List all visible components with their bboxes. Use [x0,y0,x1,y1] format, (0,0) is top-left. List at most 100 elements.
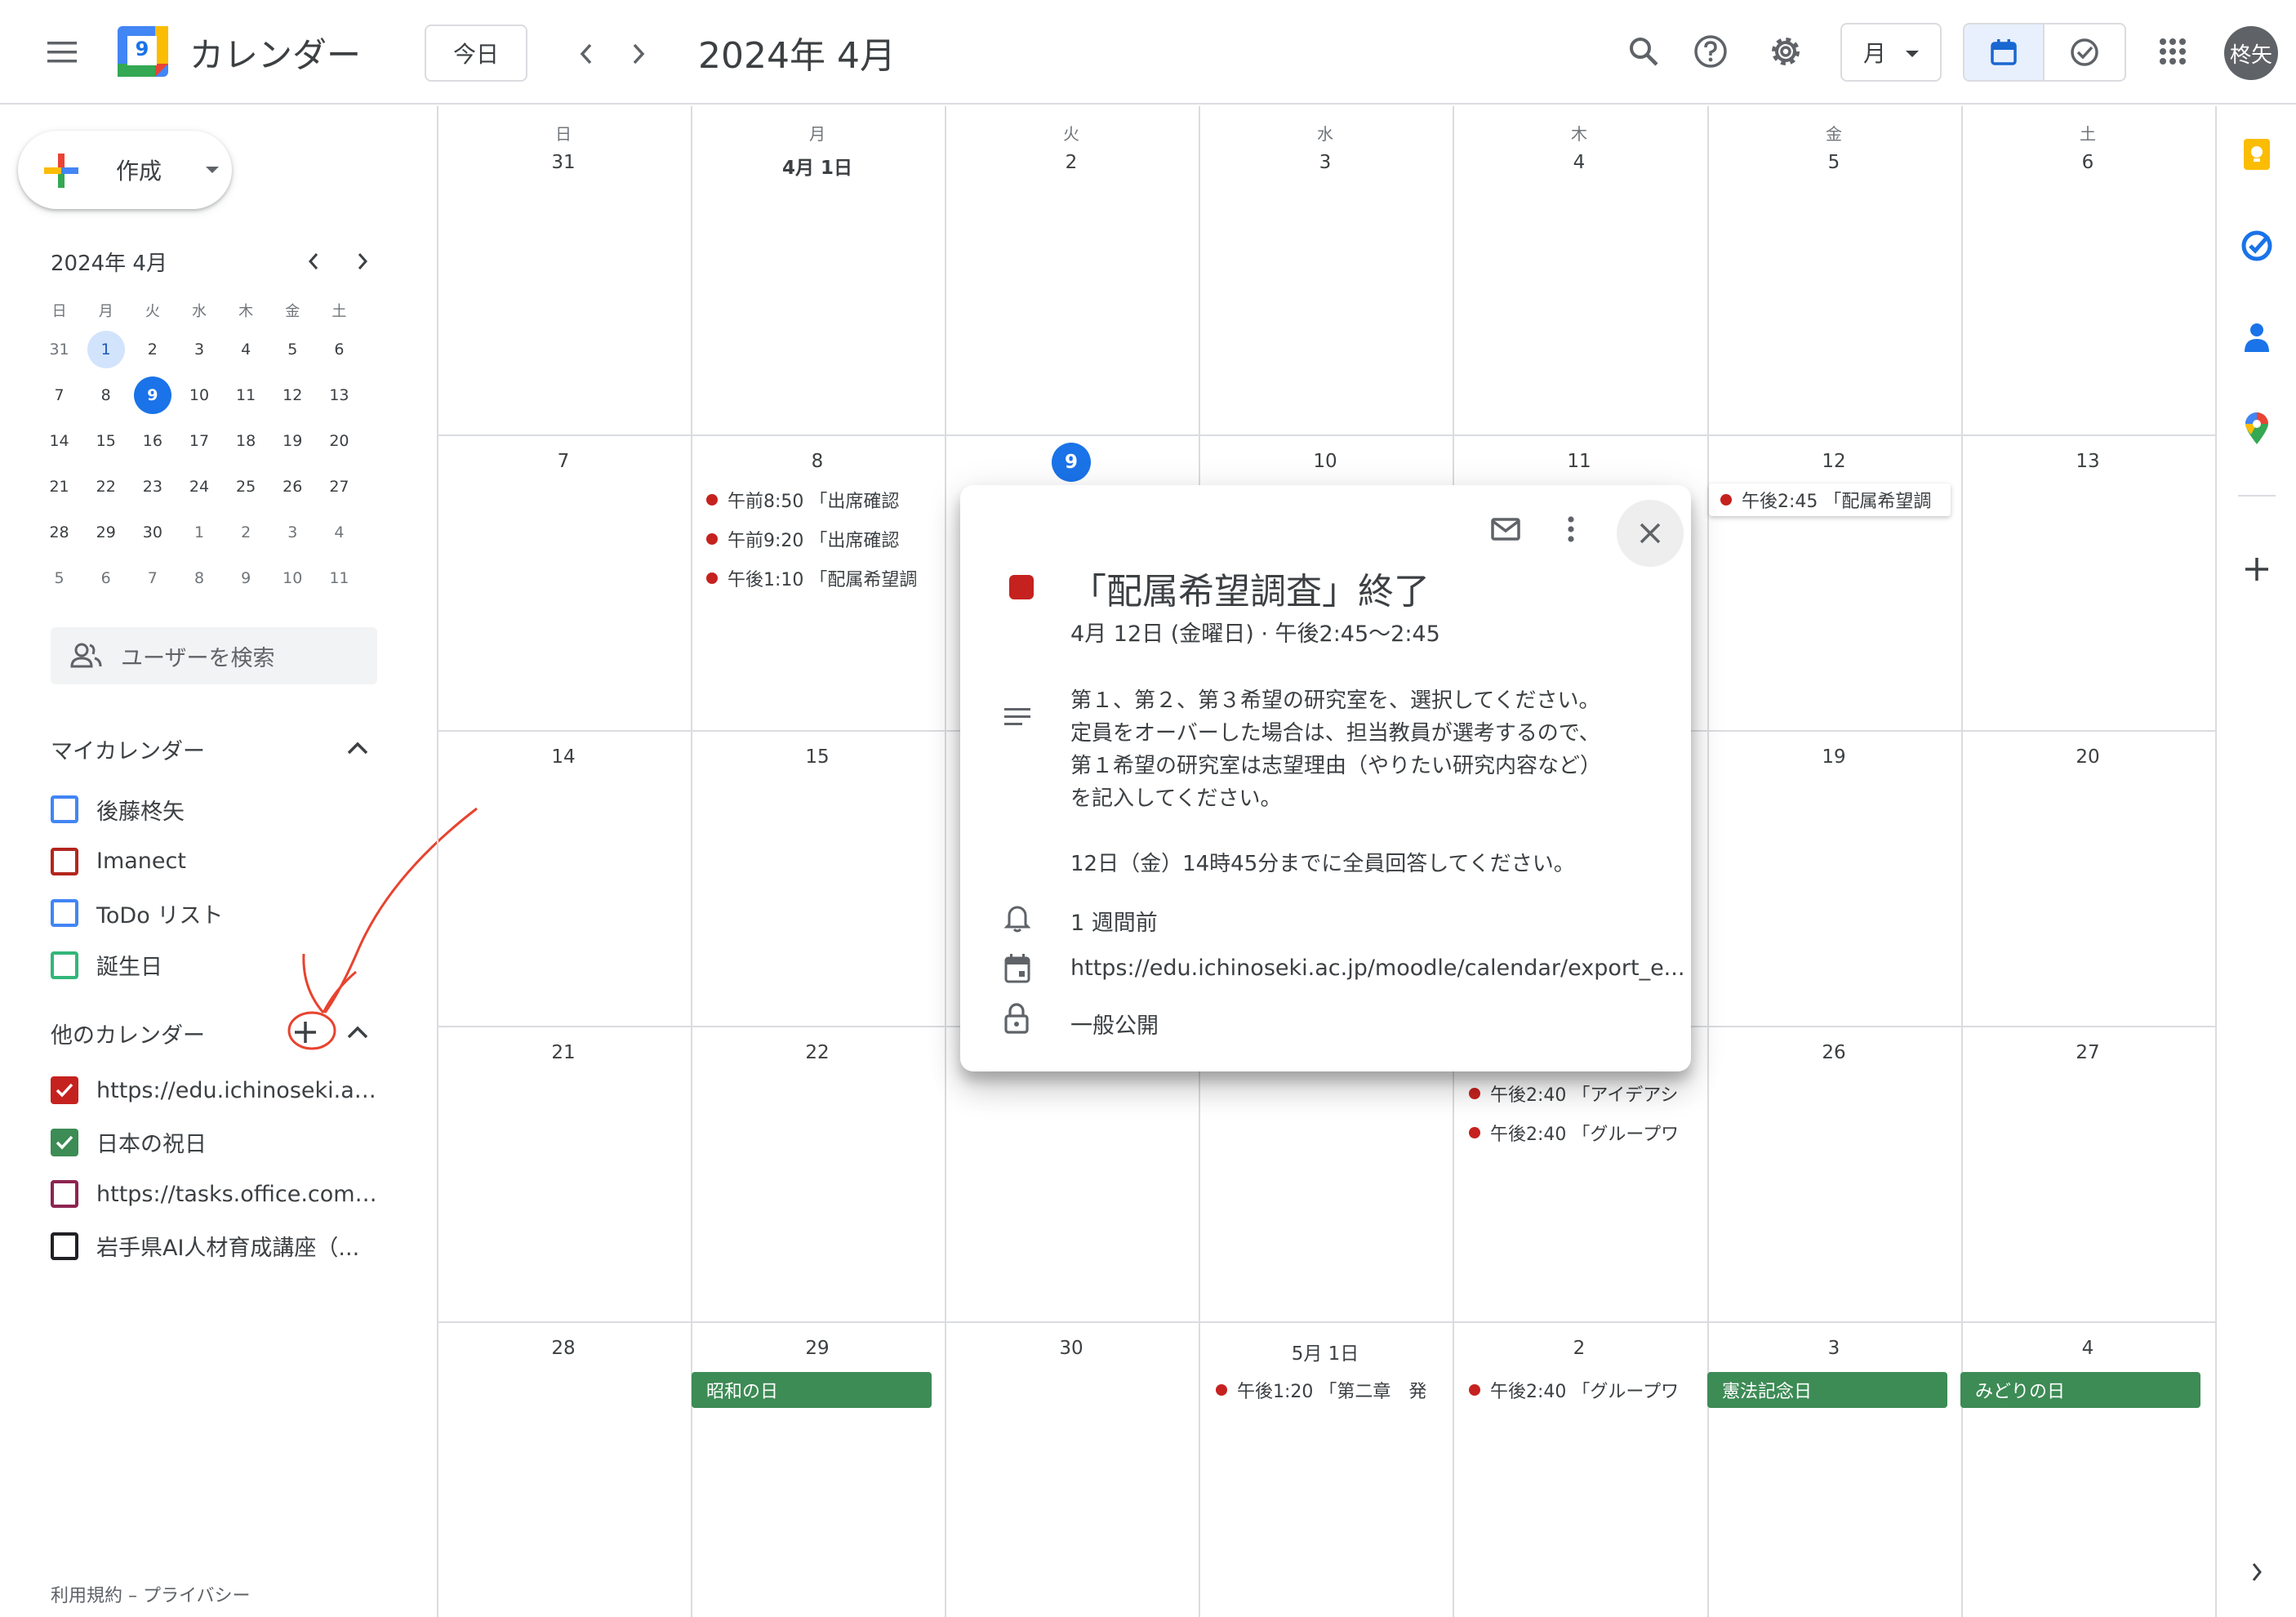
day-number[interactable]: 2 [945,152,1198,173]
day-number[interactable]: 13 [1961,451,2214,472]
mini-day[interactable]: 8 [82,376,129,414]
day-number[interactable]: 28 [437,1338,690,1359]
tasks-button[interactable] [2236,225,2277,266]
mini-day[interactable]: 21 [36,468,82,506]
calendar-checkbox[interactable] [51,847,78,875]
mini-day[interactable]: 6 [316,331,363,368]
my-calendars-title[interactable]: マイカレンダー [51,733,205,765]
mini-day[interactable]: 25 [223,468,269,506]
maps-button[interactable] [2236,408,2277,449]
keep-button[interactable] [2236,134,2277,175]
day-number[interactable]: 11 [1453,451,1706,472]
day-number[interactable]: 4月 1日 [691,152,944,180]
calendar-checkbox[interactable] [51,1076,78,1104]
day-number[interactable]: 4 [1961,1338,2214,1359]
event-chip[interactable]: 午前9:20 「出席確認 [706,523,951,555]
my-calendars-toggle[interactable] [341,732,374,764]
today-button[interactable]: 今日 [425,24,527,82]
footer-links[interactable]: 利用規約 – プライバシー [51,1581,251,1607]
day-number[interactable]: 5月 1日 [1199,1338,1452,1365]
mini-day[interactable]: 4 [316,514,363,551]
calendar-checkbox[interactable] [51,899,78,927]
holiday-chip[interactable]: みどりの日 [1960,1372,2200,1408]
event-chip[interactable]: 午後2:40 「グループワ [1469,1116,1699,1149]
close-popup-button[interactable] [1617,500,1684,567]
day-number[interactable]: 27 [1961,1042,2214,1063]
calendar-checkbox[interactable] [51,1180,78,1208]
mini-day[interactable]: 23 [129,468,176,506]
mini-day[interactable]: 7 [36,376,82,414]
day-number[interactable]: 26 [1707,1042,1960,1063]
previous-month-button[interactable] [568,36,604,72]
mini-day[interactable]: 11 [316,559,363,597]
mini-day[interactable]: 26 [269,468,316,506]
mini-day[interactable]: 1 [176,514,222,551]
mini-day[interactable]: 28 [36,514,82,551]
calendar-checkbox[interactable] [51,951,78,979]
day-number[interactable]: 29 [691,1338,944,1359]
mini-day[interactable]: 12 [269,376,316,414]
mini-day[interactable]: 5 [269,331,316,368]
day-number[interactable]: 3 [1707,1338,1960,1359]
mini-day[interactable]: 10 [269,559,316,597]
mini-day[interactable]: 9 [223,559,269,597]
calendar-checkbox[interactable] [51,1232,78,1260]
day-number[interactable]: 8 [691,451,944,472]
event-chip[interactable]: 午後2:40 「グループワ [1469,1374,1699,1406]
contacts-button[interactable] [2236,317,2277,358]
mini-day[interactable]: 3 [176,331,222,368]
day-number[interactable]: 22 [691,1042,944,1063]
other-calendars-title[interactable]: 他のカレンダー [51,1018,205,1049]
mini-day[interactable]: 11 [223,376,269,414]
mini-day[interactable]: 9 [129,376,176,414]
tasks-view-button[interactable] [2045,24,2125,80]
mini-day[interactable]: 2 [129,331,176,368]
calendar-view-button[interactable] [1965,24,2045,80]
mini-day[interactable]: 15 [82,422,129,460]
mini-day[interactable]: 17 [176,422,222,460]
more-options-button[interactable] [1548,506,1594,552]
day-number[interactable]: 30 [945,1338,1198,1359]
mini-day[interactable]: 24 [176,468,222,506]
calendar-logo[interactable]: 9 [116,24,170,78]
mini-day[interactable]: 29 [82,514,129,551]
get-add-ons-button[interactable] [2236,549,2277,590]
event-chip[interactable]: 午前8:50 「出席確認 [706,483,951,516]
event-chip[interactable]: 午後2:40 「アイデアシ [1469,1077,1699,1110]
day-number[interactable]: 2 [1453,1338,1706,1359]
day-number[interactable]: 3 [1199,152,1452,173]
mini-day[interactable]: 13 [316,376,363,414]
day-number[interactable]: 31 [437,152,690,173]
day-number[interactable]: 19 [1707,746,1960,768]
holiday-chip[interactable]: 昭和の日 [692,1372,932,1408]
calendar-list-item[interactable]: 岩手県AI人材育成講座（... [51,1226,394,1267]
calendar-checkbox[interactable] [51,795,78,823]
view-select[interactable]: 月 [1840,23,1942,82]
day-number[interactable]: 12 [1707,451,1960,472]
mini-day[interactable]: 2 [223,514,269,551]
mini-day[interactable]: 10 [176,376,222,414]
search-button[interactable] [1623,31,1664,72]
apps-button[interactable] [2152,31,2193,72]
mini-day[interactable]: 8 [176,559,222,597]
create-button[interactable]: 作成 [18,131,232,209]
event-calendar-url[interactable]: https://edu.ichinoseki.ac.jp/moodle/cale… [1070,956,1684,981]
calendar-list-item[interactable]: https://tasks.office.com/7... [51,1174,394,1214]
show-side-panel-button[interactable] [2236,1552,2277,1592]
day-number[interactable]: 4 [1453,152,1706,173]
event-chip[interactable]: 午後1:20 「第二章 発 [1216,1374,1454,1406]
day-number[interactable]: 7 [437,451,690,472]
calendar-checkbox[interactable] [51,1128,78,1156]
mini-day[interactable]: 31 [36,331,82,368]
mini-day[interactable]: 6 [82,559,129,597]
mini-day[interactable]: 14 [36,422,82,460]
mini-day[interactable]: 5 [36,559,82,597]
day-number[interactable]: 14 [437,746,690,768]
mini-day[interactable]: 18 [223,422,269,460]
mini-day[interactable]: 27 [316,468,363,506]
calendar-list-item[interactable]: 日本の祝日 [51,1122,394,1163]
mini-day[interactable]: 7 [129,559,176,597]
day-number[interactable]: 20 [1961,746,2214,768]
mini-day[interactable]: 22 [82,468,129,506]
event-chip-selected[interactable]: 午後2:45 「配属希望調 [1709,483,1951,516]
